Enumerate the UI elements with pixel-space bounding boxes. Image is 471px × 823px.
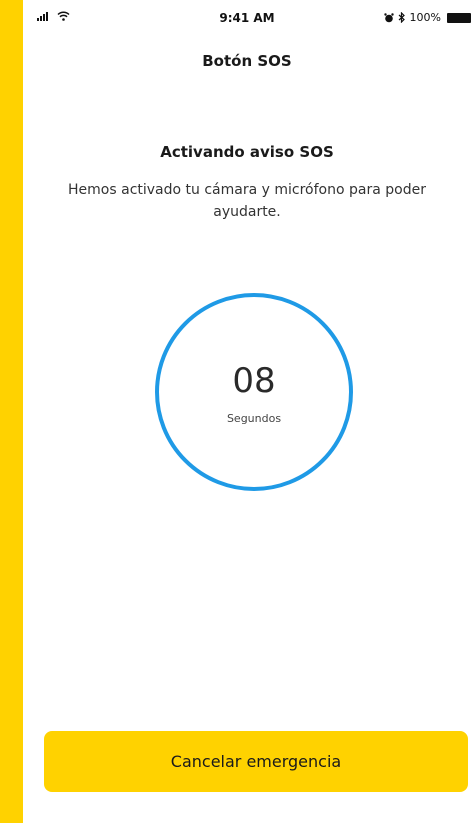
status-bar: 9:41 AM 100% <box>23 0 471 34</box>
countdown-unit: Segundos <box>226 412 282 425</box>
bluetooth-icon <box>398 12 406 23</box>
battery-icon <box>447 12 471 23</box>
battery-percent: 100% <box>409 11 441 24</box>
page-title: Botón SOS <box>202 52 292 70</box>
sos-description: Hemos activado tu cámara y micrófono par… <box>68 182 426 220</box>
status-right: 100% <box>383 11 471 24</box>
countdown-timer: 08 Segundos <box>155 293 353 491</box>
app-frame-edge <box>0 0 23 823</box>
countdown-value: 08 <box>232 361 276 401</box>
phone-screen: 9:41 AM 100% Botón SOS Activando aviso S… <box>23 0 471 823</box>
alarm-icon <box>383 12 394 23</box>
sos-heading: Activando aviso SOS <box>160 143 334 161</box>
cancel-emergency-button[interactable]: Cancelar emergencia <box>44 731 468 792</box>
